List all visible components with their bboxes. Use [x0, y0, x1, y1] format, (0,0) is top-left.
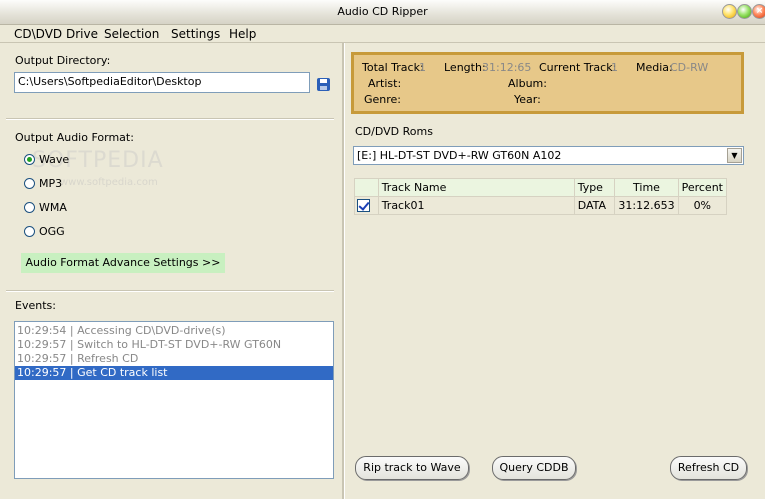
maximize-button[interactable]	[737, 4, 752, 19]
events-list[interactable]: 10:29:54 | Accessing CD\DVD-drive(s) 10:…	[14, 321, 334, 479]
track-percent: 0%	[677, 196, 728, 215]
format-label-mp3: MP3	[39, 177, 63, 190]
current-track-label: Current Track:	[539, 61, 617, 74]
track-checkbox[interactable]	[357, 199, 370, 212]
cd-info-panel: Total Track: 1 Length: 31:12:65 Current …	[351, 52, 744, 114]
media-value: CD-RW	[670, 61, 709, 74]
track-table-header: Track Name Type Time Percent	[354, 178, 728, 197]
current-track-value: 1	[611, 61, 618, 74]
rip-track-button[interactable]: Rip track to Wave	[355, 456, 469, 480]
cd-dvd-roms-label: CD/DVD Roms	[355, 125, 433, 138]
chevron-down-icon[interactable]: ▼	[727, 148, 742, 163]
artist-label: Artist:	[368, 77, 402, 90]
track-table: Track Name Type Time Percent Track01 DAT…	[354, 178, 728, 215]
header-check	[354, 178, 379, 197]
title-bar[interactable]: Audio CD Ripper ×	[0, 0, 765, 25]
menu-cd-dvd-drive[interactable]: CD\DVD Drive	[14, 27, 98, 41]
header-time[interactable]: Time	[614, 178, 679, 197]
minimize-button[interactable]	[722, 4, 737, 19]
menu-selection[interactable]: Selection	[104, 27, 159, 41]
output-directory-label: Output Directory:	[15, 54, 111, 67]
track-type: DATA	[573, 196, 616, 215]
track-time: 31:12.653	[614, 196, 679, 215]
year-label: Year:	[514, 93, 541, 106]
menu-settings[interactable]: Settings	[171, 27, 220, 41]
selected-drive: [E:] HL-DT-ST DVD+-RW GT60N A102	[357, 149, 562, 162]
event-item-selected[interactable]: 10:29:57 | Get CD track list	[15, 366, 333, 380]
header-track-name[interactable]: Track Name	[377, 178, 575, 197]
length-value: 31:12:65	[482, 61, 532, 74]
length-label: Length:	[444, 61, 486, 74]
save-folder-icon[interactable]	[317, 78, 330, 91]
table-row[interactable]: Track01 DATA 31:12.653 0%	[354, 196, 728, 215]
header-percent[interactable]: Percent	[677, 178, 728, 197]
query-cddb-button[interactable]: Query CDDB	[492, 456, 576, 480]
panel-divider	[342, 43, 345, 499]
events-label: Events:	[15, 299, 56, 312]
window-title: Audio CD Ripper	[337, 5, 428, 18]
format-label-wma: WMA	[39, 201, 67, 214]
cd-dvd-roms-select[interactable]: [E:] HL-DT-ST DVD+-RW GT60N A102 ▼	[353, 146, 744, 165]
format-radio-mp3[interactable]	[24, 178, 35, 189]
event-item[interactable]: 10:29:57 | Switch to HL-DT-ST DVD+-RW GT…	[15, 338, 333, 352]
track-name: Track01	[377, 196, 575, 215]
softpedia-watermark-url: www.softpedia.com	[60, 177, 158, 188]
audio-format-advance-button[interactable]: Audio Format Advance Settings >>	[21, 253, 225, 273]
event-item[interactable]: 10:29:57 | Refresh CD	[15, 352, 333, 366]
refresh-cd-button[interactable]: Refresh CD	[670, 456, 747, 480]
format-radio-ogg[interactable]	[24, 226, 35, 237]
album-label: Album:	[508, 77, 547, 90]
genre-label: Genre:	[364, 93, 402, 106]
output-directory-input[interactable]: C:\Users\SoftpediaEditor\Desktop	[14, 72, 310, 93]
divider	[6, 118, 334, 120]
total-track-label: Total Track:	[362, 61, 424, 74]
format-label-wave: Wave	[39, 153, 70, 166]
media-label: Media:	[636, 61, 673, 74]
format-label-ogg: OGG	[39, 225, 65, 238]
total-track-value: 1	[419, 61, 426, 74]
menu-bar: CD\DVD Drive Selection Settings Help	[0, 24, 765, 43]
output-format-label: Output Audio Format:	[15, 131, 134, 144]
divider	[6, 290, 334, 292]
event-item[interactable]: 10:29:54 | Accessing CD\DVD-drive(s)	[15, 324, 333, 338]
format-radio-wave[interactable]	[24, 154, 35, 165]
menu-help[interactable]: Help	[229, 27, 256, 41]
close-button[interactable]: ×	[752, 4, 765, 19]
header-type[interactable]: Type	[573, 178, 616, 197]
format-radio-wma[interactable]	[24, 202, 35, 213]
